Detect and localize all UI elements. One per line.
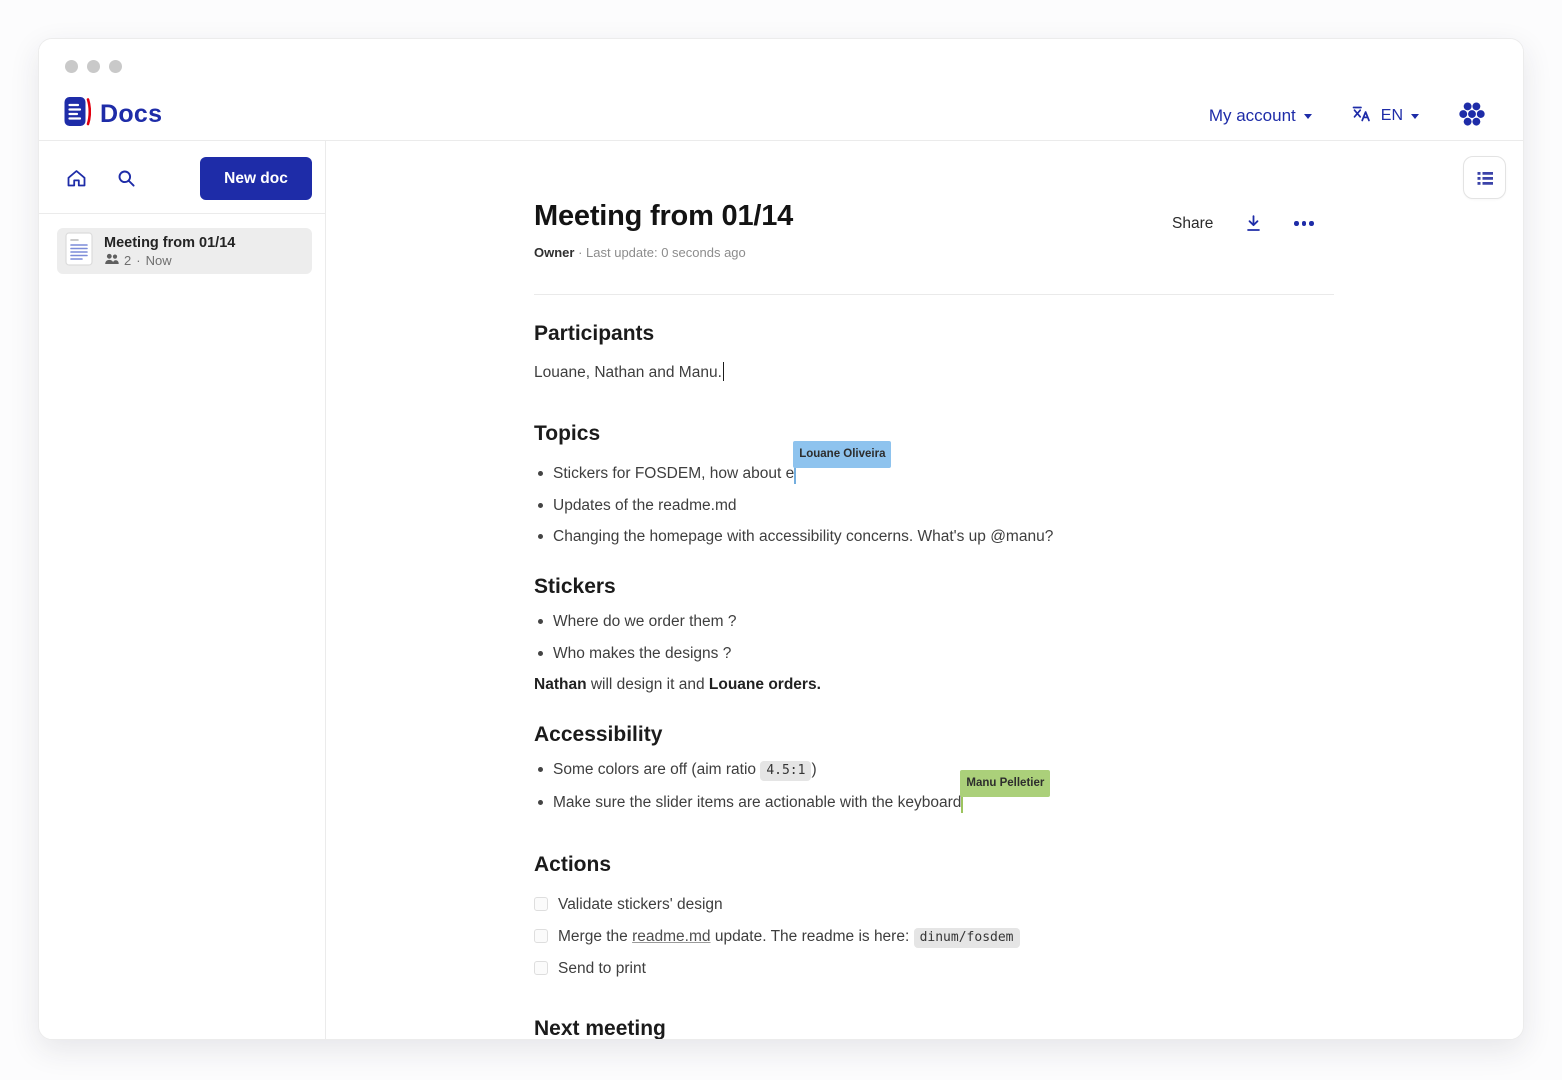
translate-icon <box>1350 103 1373 129</box>
participants-text[interactable]: Louane, Nathan and Manu. <box>534 362 1334 384</box>
document-thumbnail-icon <box>65 231 93 271</box>
stickers-note[interactable]: Nathan will design it and Louane orders. <box>534 674 1334 696</box>
todo-row: Send to print <box>534 958 1334 980</box>
language-selector[interactable]: EN <box>1350 103 1419 129</box>
inline-code: dinum/fosdem <box>913 928 1020 948</box>
header-actions: My account EN <box>1209 99 1487 132</box>
heading-participants[interactable]: Participants <box>534 321 1334 347</box>
chevron-down-icon <box>1303 114 1312 119</box>
topics-list: Stickers for FOSDEM, how about e Louane O… <box>534 441 1334 548</box>
todo-checkbox[interactable] <box>534 929 548 943</box>
docs-logo[interactable]: Docs <box>63 95 162 133</box>
accessibility-list: Some colors are off (aim ratio 4.5:1) Ma… <box>534 759 1334 814</box>
divider <box>534 294 1334 295</box>
list-item[interactable]: Updates of the readme.md <box>534 495 1334 517</box>
heading-actions[interactable]: Actions <box>534 852 1334 878</box>
new-doc-button[interactable]: New doc <box>200 157 312 200</box>
readme-link[interactable]: readme.md <box>632 928 710 945</box>
todo-row: Merge the readme.md update. The readme i… <box>534 926 1334 948</box>
stickers-list: Where do we order them ? Who makes the d… <box>534 611 1334 665</box>
search-icon <box>118 170 135 187</box>
heading-stickers[interactable]: Stickers <box>534 574 1334 600</box>
table-of-contents-icon <box>1477 171 1493 185</box>
docs-book-icon <box>63 95 92 133</box>
members-count: 2 <box>124 252 132 268</box>
todo-label[interactable]: Validate stickers' design <box>558 894 723 916</box>
search-button[interactable] <box>111 163 141 193</box>
app-name: Docs <box>100 99 163 128</box>
heading-next-meeting[interactable]: Next meeting <box>534 1016 1334 1039</box>
app-window: Docs My account EN New doc Meeting from … <box>38 38 1524 1040</box>
apps-grid-button[interactable] <box>1457 99 1487 132</box>
window-dot <box>87 60 100 73</box>
members-icon <box>104 253 120 268</box>
doc-item-title: Meeting from 01/14 <box>104 234 236 251</box>
window-controls <box>65 60 122 73</box>
doc-item-text: Meeting from 01/14 2 · Now <box>104 235 235 268</box>
home-icon <box>67 169 85 186</box>
heading-accessibility[interactable]: Accessibility <box>534 722 1334 748</box>
todo-label[interactable]: Merge the readme.md update. The readme i… <box>558 926 1020 949</box>
list-item[interactable]: Changing the homepage with accessibility… <box>534 526 1334 548</box>
inline-code: 4.5:1 <box>760 761 812 781</box>
chevron-down-icon <box>1411 114 1419 119</box>
list-item[interactable]: Who makes the designs ? <box>534 643 1334 665</box>
doc-updated: Now <box>145 252 172 268</box>
doc-title[interactable]: Meeting from 01/14 <box>534 199 1334 234</box>
heading-topics[interactable]: Topics <box>534 421 1334 447</box>
doc-meta: Owner · Last update: 0 seconds ago <box>534 245 1334 261</box>
last-update: Last update: 0 seconds ago <box>586 245 746 260</box>
collab-name-badge: Louane Oliveira <box>793 441 892 468</box>
sidebar-toolbar: New doc <box>39 141 325 214</box>
my-account-menu[interactable]: My account <box>1209 106 1312 126</box>
window-dot <box>65 60 78 73</box>
window-dot <box>109 60 122 73</box>
todo-list: Validate stickers' design Merge the read… <box>534 894 1334 980</box>
document-editor: Meeting from 01/14 Owner · Last update: … <box>534 199 1334 1039</box>
main-area: Share Meeting from 01/14 Owner · Last up… <box>327 141 1523 1039</box>
doc-item-meta: 2 · Now <box>104 253 235 268</box>
meta-separator: · <box>136 252 141 268</box>
language-code: EN <box>1380 106 1403 124</box>
collab-name-badge: Manu Pelletier <box>960 769 1051 797</box>
table-of-contents-button[interactable] <box>1463 156 1506 199</box>
sidebar: New doc Meeting from 01/14 2 · Now <box>39 141 326 1039</box>
gaufre-apps-icon <box>1457 99 1487 132</box>
home-button[interactable] <box>61 163 91 193</box>
my-account-label: My account <box>1208 105 1296 125</box>
owner-badge: Owner <box>534 245 575 260</box>
todo-label[interactable]: Send to print <box>558 958 646 980</box>
sidebar-doc-item[interactable]: Meeting from 01/14 2 · Now <box>57 228 312 274</box>
list-item[interactable]: Some colors are off (aim ratio 4.5:1) <box>534 759 1334 782</box>
todo-checkbox[interactable] <box>534 897 548 911</box>
meta-separator: · <box>574 245 587 260</box>
list-item[interactable]: Where do we order them ? <box>534 611 1334 633</box>
text-caret <box>722 362 725 381</box>
todo-row: Validate stickers' design <box>534 894 1334 916</box>
todo-checkbox[interactable] <box>534 961 548 975</box>
app-header: Docs My account EN <box>39 39 1523 141</box>
list-item[interactable]: Make sure the slider items are actionabl… <box>534 769 1334 814</box>
list-item[interactable]: Stickers for FOSDEM, how about e Louane O… <box>534 441 1334 485</box>
